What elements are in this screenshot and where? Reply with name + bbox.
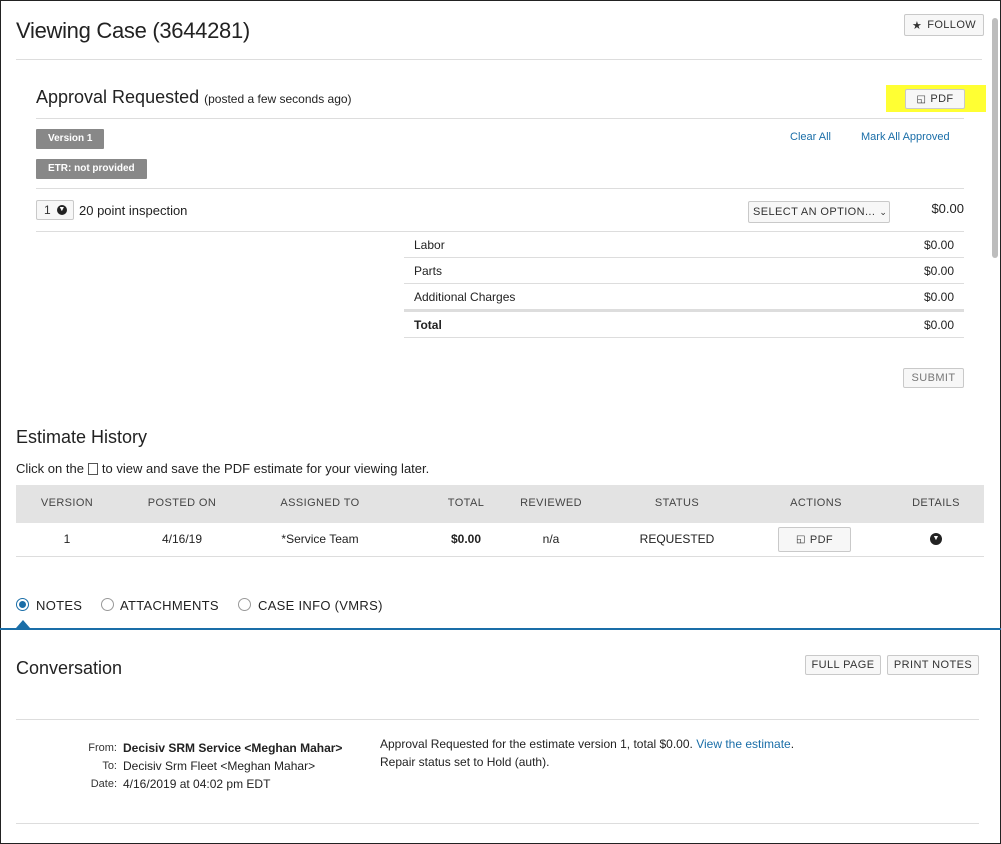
approval-heading-text: Approval Requested [36, 87, 200, 107]
view-estimate-link[interactable]: View the estimate [696, 737, 791, 751]
clear-all-link[interactable]: Clear All [790, 131, 831, 143]
tab-attachments[interactable]: ATTACHMENTS [120, 598, 219, 613]
quantity-select[interactable]: 1 ▼ [36, 200, 74, 220]
print-notes-button[interactable]: PRINT NOTES [887, 655, 979, 675]
total-bottom-divider [404, 337, 964, 338]
pdf-icon: ◱ [916, 93, 927, 105]
estimate-instruction: Click on the to view and save the PDF es… [16, 461, 429, 476]
message-text: Approval Requested for the estimate vers… [380, 737, 693, 751]
case-info-radio[interactable] [238, 598, 251, 611]
col-posted-on: POSTED ON [147, 497, 217, 509]
additional-charges-label: Additional Charges [414, 290, 516, 304]
follow-label: FOLLOW [927, 19, 977, 31]
notes-radio[interactable] [16, 598, 29, 611]
from-label: From: [88, 742, 117, 754]
mark-all-approved-link[interactable]: Mark All Approved [861, 131, 950, 143]
approval-heading: Approval Requested (posted a few seconds… [36, 87, 352, 108]
col-assigned-to: ASSIGNED TO [280, 497, 360, 509]
details-expand-icon[interactable]: ▼ [930, 533, 942, 545]
etr-badge: ETR: not provided [36, 159, 147, 179]
row-version: 1 [63, 532, 71, 546]
quantity-value: 1 [44, 203, 52, 217]
submit-button[interactable]: SUBMIT [903, 368, 964, 388]
parts-divider [404, 283, 964, 284]
line-item-name: 20 point inspection [79, 203, 188, 218]
instruction-pre: Click on the [16, 461, 84, 476]
additional-charges-amount: $0.00 [923, 290, 954, 304]
row-status: REQUESTED [639, 532, 715, 546]
line-item-amount: $0.00 [931, 201, 964, 216]
pdf-label: PDF [930, 93, 954, 105]
to-value: Decisiv Srm Fleet <Meghan Mahar> [123, 759, 316, 773]
pdf-icon: ◱ [795, 534, 806, 545]
col-total: TOTAL [447, 497, 485, 509]
col-reviewed: REVIEWED [520, 497, 582, 509]
follow-button[interactable]: ★ FOLLOW [904, 14, 984, 36]
parts-label: Parts [414, 264, 443, 278]
row-total: $0.00 [450, 532, 482, 546]
row-assigned-to: *Service Team [281, 532, 359, 546]
total-amount: $0.00 [923, 318, 954, 332]
star-icon: ★ [911, 19, 923, 32]
row-pdf-label: PDF [809, 533, 834, 546]
row-reviewed: n/a [542, 532, 560, 546]
page-title: Viewing Case (3644281) [16, 18, 250, 43]
chevron-down-icon: ⌄ [879, 206, 888, 217]
line-item-top-divider [36, 188, 964, 189]
tab-case-info[interactable]: CASE INFO (VMRS) [258, 598, 383, 613]
col-details: DETAILS [912, 497, 960, 509]
instruction-post: to view and save the PDF estimate for yo… [101, 461, 430, 476]
attachments-radio[interactable] [101, 598, 114, 611]
conversation-heading: Conversation [16, 658, 123, 678]
window-frame [0, 0, 1001, 844]
col-status: STATUS [654, 497, 700, 509]
col-version: VERSION [40, 497, 94, 509]
tab-notes[interactable]: NOTES [36, 598, 82, 613]
estimate-row-divider [16, 556, 984, 557]
to-label: To: [102, 760, 117, 772]
labor-label: Labor [414, 238, 445, 252]
labor-divider [404, 257, 964, 258]
labor-amount: $0.00 [923, 238, 954, 252]
approval-divider [36, 118, 964, 119]
option-select[interactable]: SELECT AN OPTION... ⌄ [748, 201, 890, 223]
date-label: Date: [90, 778, 117, 790]
tab-underline [0, 628, 1001, 630]
full-page-button[interactable]: FULL PAGE [805, 655, 881, 675]
conversation-divider [16, 719, 979, 720]
chevron-down-circle-icon: ▼ [57, 205, 68, 215]
option-select-value: SELECT AN OPTION... [753, 206, 876, 218]
message-period: . [790, 737, 795, 751]
pdf-icon [87, 462, 98, 475]
approval-pdf-button[interactable]: ◱ PDF [905, 89, 965, 109]
conversation-bottom-divider [16, 823, 979, 824]
row-posted-on: 4/16/19 [161, 532, 203, 546]
from-value: Decisiv SRM Service <Meghan Mahar> [123, 741, 343, 755]
header-divider [16, 59, 982, 60]
message-line-2: Repair status set to Hold (auth). [380, 755, 550, 769]
message-line-1: Approval Requested for the estimate vers… [380, 737, 794, 751]
row-pdf-button[interactable]: ◱ PDF [778, 527, 851, 552]
total-divider [404, 309, 964, 312]
version-badge: Version 1 [36, 129, 105, 149]
scrollbar[interactable] [992, 18, 998, 258]
date-value: 4/16/2019 at 04:02 pm EDT [123, 777, 271, 791]
estimate-history-heading: Estimate History [16, 427, 148, 447]
line-item-bottom-divider [36, 231, 964, 232]
col-actions: ACTIONS [790, 497, 842, 509]
total-label: Total [414, 318, 442, 332]
tab-indicator [16, 620, 30, 628]
posted-time: (posted a few seconds ago) [204, 92, 352, 106]
parts-amount: $0.00 [923, 264, 954, 278]
